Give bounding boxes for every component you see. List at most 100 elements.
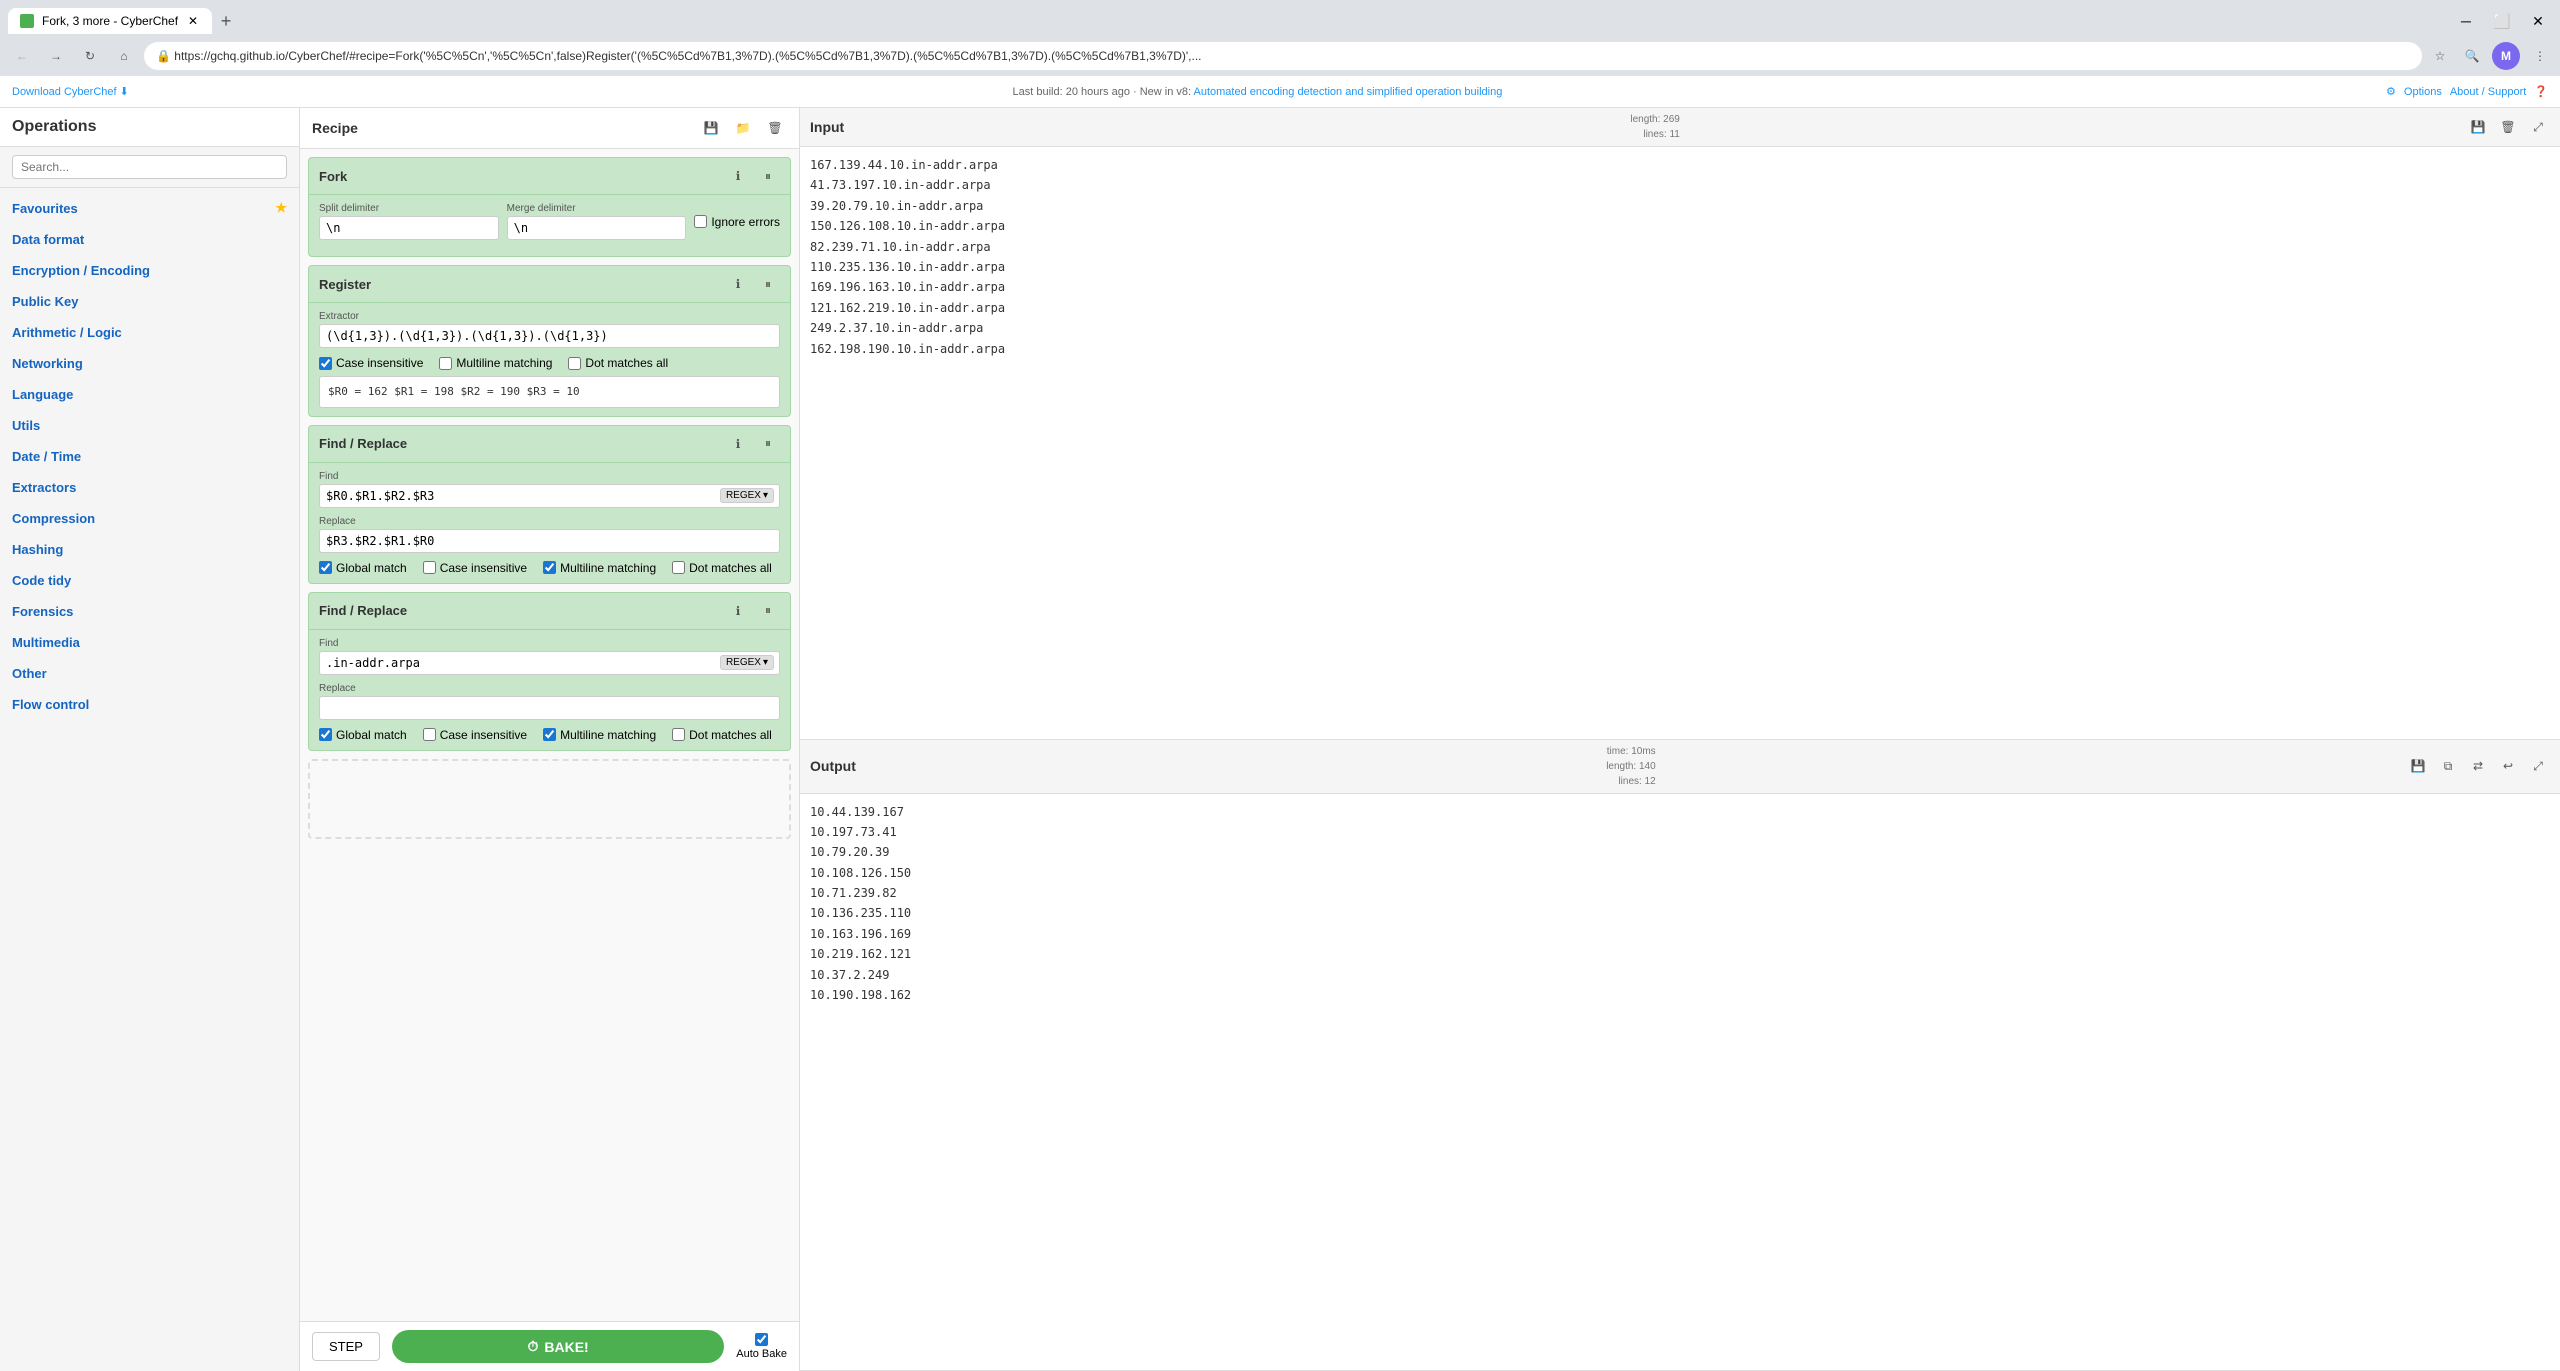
register-dot-matches-all-checkbox[interactable]	[568, 357, 581, 370]
fr1-dot-matches[interactable]: Dot matches all	[672, 561, 772, 575]
fr1-case-insensitive[interactable]: Case insensitive	[423, 561, 527, 575]
refresh-button[interactable]: ↻	[76, 42, 104, 70]
sidebar-item-date-time[interactable]: Date / Time	[0, 441, 299, 472]
register-multiline[interactable]: Multiline matching	[439, 356, 552, 370]
sidebar-item-favourites[interactable]: Favourites ★	[0, 192, 299, 224]
find-replace-2-pause-icon[interactable]: ⏸	[756, 599, 780, 623]
forward-button[interactable]: →	[42, 42, 70, 70]
extractor-input[interactable]	[319, 324, 780, 348]
ignore-errors-checkbox[interactable]	[694, 215, 707, 228]
auto-bake-checkbox[interactable]	[755, 1333, 768, 1346]
merge-delimiter-input[interactable]	[507, 216, 687, 240]
fr1-global-match[interactable]: Global match	[319, 561, 407, 575]
home-button[interactable]: ⌂	[110, 42, 138, 70]
options-link[interactable]: Options	[2404, 86, 2442, 98]
find-replace-2-info-icon[interactable]: ℹ	[726, 599, 750, 623]
fork-info-icon[interactable]: ℹ	[726, 164, 750, 188]
help-icon[interactable]: ❓	[2534, 85, 2548, 98]
input-content[interactable]: 167.139.44.10.in-addr.arpa 41.73.197.10.…	[800, 147, 2560, 739]
replace-2-input[interactable]	[319, 696, 780, 720]
save-recipe-icon[interactable]: 💾	[699, 116, 723, 140]
register-info-icon[interactable]: ℹ	[726, 272, 750, 296]
find-replace-1-pause-icon[interactable]: ⏸	[756, 432, 780, 456]
fr2-dot-matches[interactable]: Dot matches all	[672, 728, 772, 742]
sidebar-item-compression[interactable]: Compression	[0, 503, 299, 534]
register-pause-icon[interactable]: ⏸	[756, 272, 780, 296]
build-link-2[interactable]: and simplified operation building	[1345, 86, 1502, 98]
about-support-link[interactable]: About / Support	[2450, 86, 2526, 98]
close-window-button[interactable]: ✕	[2524, 7, 2552, 35]
fr2-multiline[interactable]: Multiline matching	[543, 728, 656, 742]
output-content[interactable]: 10.44.139.167 10.197.73.41 10.79.20.39 1…	[800, 794, 2560, 1371]
address-bar[interactable]: 🔒 https://gchq.github.io/CyberChef/#reci…	[144, 42, 2422, 70]
register-multiline-checkbox[interactable]	[439, 357, 452, 370]
clear-recipe-icon[interactable]: 🗑	[763, 116, 787, 140]
sidebar-item-code-tidy[interactable]: Code tidy	[0, 565, 299, 596]
sidebar-item-flow-control[interactable]: Flow control	[0, 689, 299, 720]
split-delimiter-input[interactable]	[319, 216, 499, 240]
sidebar-item-utils[interactable]: Utils	[0, 410, 299, 441]
output-save-icon[interactable]: 💾	[2406, 754, 2430, 778]
replace-1-input[interactable]	[319, 529, 780, 553]
find-replace-1-info-icon[interactable]: ℹ	[726, 432, 750, 456]
sidebar-item-language[interactable]: Language	[0, 379, 299, 410]
build-link-1[interactable]: Automated encoding detection	[1194, 86, 1343, 98]
fr1-dot-checkbox[interactable]	[672, 561, 685, 574]
sidebar-nav: Favourites ★ Data format Encryption / En…	[0, 188, 299, 1371]
maximize-button[interactable]: ⬜	[2488, 7, 2516, 35]
find-1-regex-badge[interactable]: REGEX ▾	[720, 488, 774, 503]
new-tab-button[interactable]: +	[212, 7, 240, 35]
fr1-case-checkbox[interactable]	[423, 561, 436, 574]
sidebar-item-hashing[interactable]: Hashing	[0, 534, 299, 565]
find-1-input[interactable]	[319, 484, 780, 508]
fr2-case-insensitive[interactable]: Case insensitive	[423, 728, 527, 742]
fork-pause-icon[interactable]: ⏸	[756, 164, 780, 188]
recipe-toolbar: 💾 📁 🗑	[699, 116, 787, 140]
fr2-global-match[interactable]: Global match	[319, 728, 407, 742]
register-case-insensitive[interactable]: Case insensitive	[319, 356, 423, 370]
bake-button[interactable]: ⏱ BAKE!	[392, 1330, 724, 1363]
output-copy-icon[interactable]: ⧉	[2436, 754, 2460, 778]
step-button[interactable]: STEP	[312, 1332, 380, 1361]
output-undo-icon[interactable]: ↩	[2496, 754, 2520, 778]
fr2-case-checkbox[interactable]	[423, 728, 436, 741]
register-card: Register ℹ ⏸ Extractor Case insensit	[308, 265, 791, 417]
bookmark-star-icon[interactable]: ☆	[2428, 44, 2452, 68]
fr1-global-checkbox[interactable]	[319, 561, 332, 574]
fr2-multiline-checkbox[interactable]	[543, 728, 556, 741]
output-switch-icon[interactable]: ⇄	[2466, 754, 2490, 778]
sidebar-item-other[interactable]: Other	[0, 658, 299, 689]
extensions-icon[interactable]: ⋮	[2528, 44, 2552, 68]
fr2-global-checkbox[interactable]	[319, 728, 332, 741]
sidebar-item-networking[interactable]: Networking	[0, 348, 299, 379]
input-delete-icon[interactable]: 🗑	[2496, 115, 2520, 139]
active-tab[interactable]: Fork, 3 more - CyberChef ✕	[8, 8, 212, 34]
sidebar-item-multimedia[interactable]: Multimedia	[0, 627, 299, 658]
minimize-button[interactable]: ─	[2452, 7, 2480, 35]
load-recipe-icon[interactable]: 📁	[731, 116, 755, 140]
register-dot-matches-all[interactable]: Dot matches all	[568, 356, 668, 370]
download-link[interactable]: Download CyberChef ⬇	[12, 85, 129, 98]
sidebar-item-data-format[interactable]: Data format	[0, 224, 299, 255]
output-expand-icon[interactable]: ⤢	[2526, 754, 2550, 778]
search-input[interactable]	[12, 155, 287, 179]
register-case-insensitive-checkbox[interactable]	[319, 357, 332, 370]
find-2-input[interactable]	[319, 651, 780, 675]
tab-close-button[interactable]: ✕	[186, 14, 200, 28]
sidebar-item-public-key[interactable]: Public Key	[0, 286, 299, 317]
sidebar-item-forensics[interactable]: Forensics	[0, 596, 299, 627]
profile-button[interactable]: M	[2492, 42, 2520, 70]
register-card-body: Extractor Case insensitive Multiline mat…	[309, 303, 790, 416]
fr2-dot-checkbox[interactable]	[672, 728, 685, 741]
sidebar-item-extractors[interactable]: Extractors	[0, 472, 299, 503]
input-save-icon[interactable]: 💾	[2466, 115, 2490, 139]
find-replace-2-body: Find REGEX ▾ Replace	[309, 630, 790, 750]
back-button[interactable]: ←	[8, 42, 36, 70]
fr1-multiline[interactable]: Multiline matching	[543, 561, 656, 575]
sidebar-item-arithmetic[interactable]: Arithmetic / Logic	[0, 317, 299, 348]
input-expand-icon[interactable]: ⤢	[2526, 115, 2550, 139]
fr1-multiline-checkbox[interactable]	[543, 561, 556, 574]
sidebar-item-encryption[interactable]: Encryption / Encoding	[0, 255, 299, 286]
find-2-regex-badge[interactable]: REGEX ▾	[720, 655, 774, 670]
search-icon[interactable]: 🔍	[2460, 44, 2484, 68]
